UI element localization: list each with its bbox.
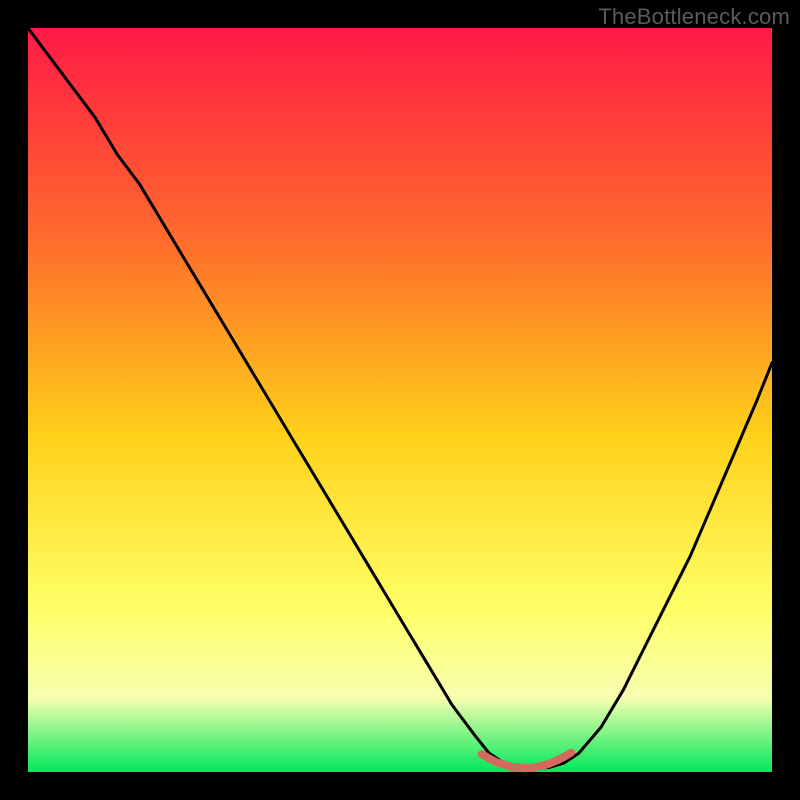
chart-frame: TheBottleneck.com <box>0 0 800 800</box>
chart-svg <box>28 28 772 772</box>
plot-area <box>28 28 772 772</box>
watermark-text: TheBottleneck.com <box>598 4 790 30</box>
gradient-background <box>28 28 772 772</box>
